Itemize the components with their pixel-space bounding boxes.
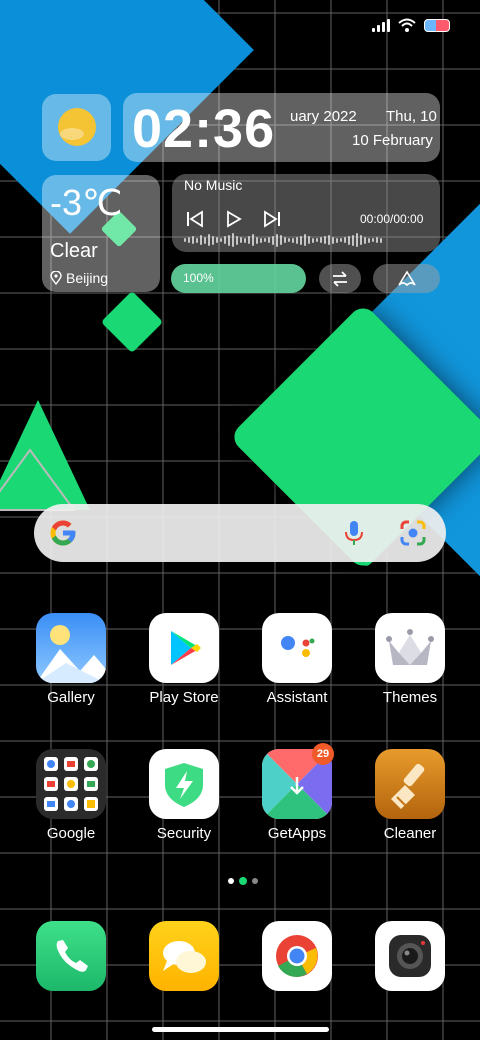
weather-temperature: -3℃ <box>50 182 123 223</box>
dock-messaging[interactable] <box>129 921 239 991</box>
weather-city: Beijing <box>66 270 109 286</box>
clock-date-long: 10 February <box>352 132 433 149</box>
app-label: Themes <box>382 689 438 706</box>
dock-phone[interactable] <box>16 921 126 991</box>
airplane-icon <box>397 269 416 286</box>
google-logo-icon <box>50 520 76 546</box>
app-label: Google <box>46 825 96 842</box>
weather-icon-widget[interactable] <box>42 94 111 161</box>
music-title: No Music <box>184 177 243 193</box>
play-icon[interactable] <box>222 208 244 230</box>
clock-day: Thu, 10 <box>386 108 437 125</box>
weather-condition: Clear <box>50 240 98 262</box>
themes-crown-icon <box>375 613 445 683</box>
google-lens-icon[interactable] <box>399 520 427 546</box>
wifi-icon <box>398 18 416 32</box>
dock-chrome[interactable] <box>242 921 352 991</box>
microphone-icon[interactable] <box>344 520 364 546</box>
notification-badge: 29 <box>312 743 334 765</box>
app-security[interactable]: Security <box>129 749 239 842</box>
swap-button[interactable] <box>319 264 361 293</box>
brightness-slider[interactable]: 100% <box>171 264 306 293</box>
cleaner-brush-icon <box>375 749 445 819</box>
status-bar <box>372 18 450 32</box>
app-label: Cleaner <box>383 825 437 842</box>
previous-track-icon[interactable] <box>184 208 206 230</box>
clock-date: uary 2022 <box>290 108 357 125</box>
google-search-bar[interactable] <box>34 504 446 562</box>
camera-icon <box>375 921 445 991</box>
next-track-icon[interactable] <box>261 208 283 230</box>
dock-camera[interactable] <box>355 921 465 991</box>
app-play-store[interactable]: Play Store <box>129 613 239 706</box>
page-dot-active <box>239 877 247 885</box>
app-assistant[interactable]: Assistant <box>242 613 352 706</box>
weather-location: Beijing <box>50 270 108 286</box>
app-label: Security <box>156 825 212 842</box>
music-time: 00:00/00:00 <box>360 212 424 226</box>
app-getapps[interactable]: 29 GetApps <box>242 743 352 842</box>
wallpaper-triangle <box>0 400 90 511</box>
app-themes[interactable]: Themes <box>355 613 465 706</box>
security-shield-icon <box>149 749 219 819</box>
app-cleaner[interactable]: Cleaner <box>355 749 465 842</box>
app-label: Assistant <box>266 689 328 706</box>
home-screen: 02:36 uary 2022 Thu, 10 10 February -3℃ … <box>0 0 480 1040</box>
signal-bars-icon <box>372 18 390 32</box>
page-dot <box>228 878 234 884</box>
page-indicator <box>228 877 258 885</box>
app-label: Play Store <box>149 689 219 706</box>
app-gallery[interactable]: Gallery <box>16 613 126 706</box>
app-google-folder[interactable]: Google <box>16 749 126 842</box>
page-dot <box>252 878 258 884</box>
google-folder-icon <box>36 749 106 819</box>
home-indicator[interactable] <box>152 1027 329 1032</box>
battery-icon <box>424 18 450 32</box>
messaging-icon <box>149 921 219 991</box>
app-label: Gallery <box>47 689 95 706</box>
airplane-mode-button[interactable] <box>373 264 440 293</box>
play-store-icon <box>149 613 219 683</box>
clock-time: 02:36 <box>132 99 276 159</box>
app-label: GetApps <box>267 825 327 842</box>
gallery-icon <box>36 613 106 683</box>
assistant-icon <box>262 613 332 683</box>
swap-arrows-icon <box>333 270 347 287</box>
chrome-icon <box>262 921 332 991</box>
phone-icon <box>36 921 106 991</box>
location-pin-icon <box>50 271 62 285</box>
audio-waveform <box>184 232 420 248</box>
sun-icon <box>58 108 96 146</box>
